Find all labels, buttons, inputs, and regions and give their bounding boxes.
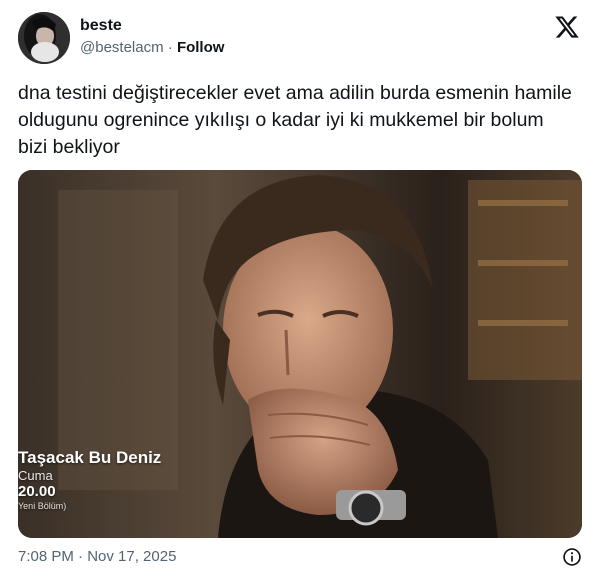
tweet-header: beste @bestelacm · Follow — [18, 12, 584, 68]
x-logo-icon[interactable] — [554, 14, 580, 40]
show-title: Taşacak Bu Deniz — [18, 448, 162, 467]
profile-photo-icon — [18, 12, 70, 64]
show-day: Cuma — [18, 468, 53, 483]
show-time: 20.00 — [18, 483, 56, 500]
user-names: beste @bestelacm · Follow — [80, 16, 224, 58]
handle-row: @bestelacm · Follow — [80, 38, 224, 58]
follow-button[interactable]: Follow — [177, 39, 225, 56]
timestamp[interactable]: 7:08 PM · Nov 17, 2025 — [18, 548, 176, 565]
display-name[interactable]: beste — [80, 16, 224, 36]
user-handle[interactable]: @bestelacm — [80, 39, 164, 56]
show-info-overlay: Taşacak Bu Deniz Cuma 20.00 Yeni Bölüm) — [18, 448, 161, 512]
tweet-footer: 7:08 PM · Nov 17, 2025 — [18, 547, 582, 569]
avatar[interactable] — [18, 12, 70, 64]
tweet-text: dna testini değiştirecekler evet ama adi… — [18, 82, 572, 158]
handle-separator: · — [163, 39, 177, 56]
tweet-media[interactable]: Taşacak Bu Deniz Cuma 20.00 Yeni Bölüm) — [18, 170, 582, 538]
show-episode: Yeni Bölüm) — [18, 501, 67, 511]
info-icon[interactable] — [562, 547, 582, 567]
